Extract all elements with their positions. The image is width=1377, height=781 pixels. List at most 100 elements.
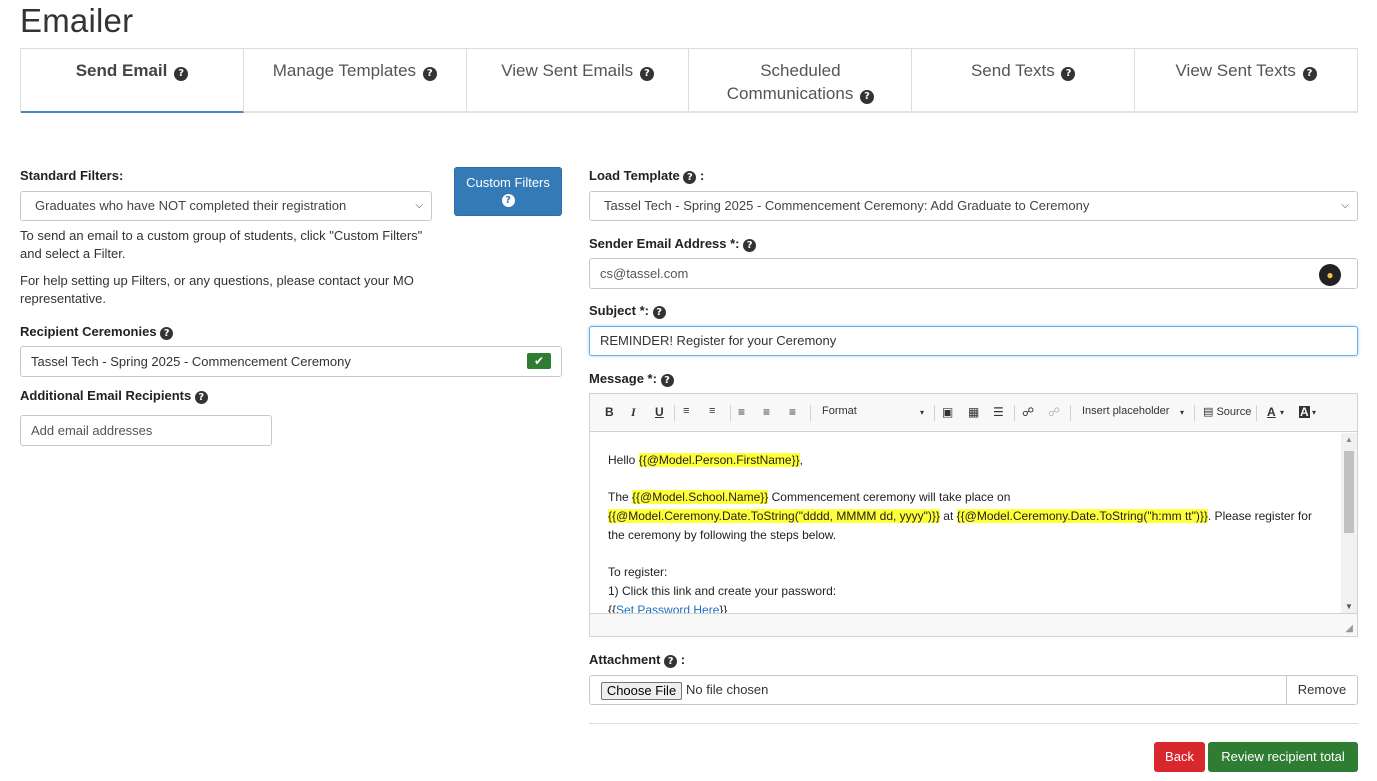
chevron-down-icon: ▾ xyxy=(1280,408,1285,417)
text-color-icon[interactable]: A xyxy=(1267,405,1276,419)
standard-filters-select[interactable]: Graduates who have NOT completed their r… xyxy=(20,191,432,221)
tab-view-sent-texts[interactable]: View Sent Texts ? xyxy=(1135,49,1357,111)
help-icon[interactable]: ? xyxy=(664,655,678,668)
chevron-down-icon: ▾ xyxy=(1312,408,1317,417)
text: }} xyxy=(719,603,728,613)
check-icon: ✔ xyxy=(527,353,551,369)
set-password-link[interactable]: Set Password Here xyxy=(616,603,719,613)
recipient-ceremonies-field[interactable]: Tassel Tech - Spring 2025 - Commencement… xyxy=(20,346,562,377)
format-dropdown[interactable]: Format xyxy=(822,405,857,417)
recipient-ceremonies-label: Recipient Ceremonies ? xyxy=(20,324,174,340)
review-recipient-total-button[interactable]: Review recipient total xyxy=(1208,742,1358,772)
source-icon: ▤ xyxy=(1203,406,1214,418)
scrollbar-thumb[interactable] xyxy=(1344,451,1354,533)
standard-filters-label: Standard Filters: xyxy=(20,168,124,183)
label-text: Attachment xyxy=(589,652,661,667)
table-icon[interactable]: ▦ xyxy=(968,405,979,419)
help-icon[interactable]: ? xyxy=(660,374,674,387)
help-icon[interactable]: ? xyxy=(194,391,208,404)
editor-footer: ◢ xyxy=(590,613,1357,636)
to-register-line: To register: xyxy=(608,565,668,579)
load-template-select[interactable]: Tassel Tech - Spring 2025 - Commencement… xyxy=(589,191,1358,221)
help-icon[interactable]: ? xyxy=(1302,67,1317,81)
tab-manage-templates[interactable]: Manage Templates ? xyxy=(244,49,467,111)
text: {{ xyxy=(608,603,617,613)
toolbar-separator xyxy=(1070,405,1071,421)
toolbar-separator xyxy=(730,405,731,421)
tab-scheduled-communications[interactable]: Scheduled Communications ? xyxy=(689,49,913,111)
custom-filters-button[interactable]: Custom Filters ? xyxy=(454,167,562,216)
align-right-icon[interactable]: ≡ xyxy=(789,405,796,419)
divider xyxy=(589,723,1358,724)
set-password-line: {{Set Password Here}} xyxy=(608,601,1323,613)
step-1-line: 1) Click this link and create your passw… xyxy=(608,584,837,598)
toolbar-separator xyxy=(934,405,935,421)
horizontal-rule-icon[interactable]: ☰ xyxy=(993,405,1004,419)
source-button[interactable]: ▤ Source xyxy=(1203,405,1251,418)
placeholder-token: {{@Model.School.Name}} xyxy=(632,490,769,504)
toolbar-separator xyxy=(1194,405,1195,421)
tab-label: Scheduled xyxy=(760,61,841,80)
label-text: Sender Email Address *: xyxy=(589,236,740,251)
help-icon[interactable]: ? xyxy=(652,306,666,319)
help-icon[interactable]: ? xyxy=(639,67,654,81)
toolbar-separator xyxy=(810,405,811,421)
selected-value: Graduates who have NOT completed their r… xyxy=(35,198,347,213)
text: Hello xyxy=(608,453,639,467)
page-title: Emailer xyxy=(20,2,134,39)
help-icon[interactable]: ? xyxy=(860,90,875,104)
subject-input[interactable]: REMINDER! Register for your Ceremony xyxy=(589,326,1358,356)
help-icon[interactable]: ? xyxy=(422,67,437,81)
align-center-icon[interactable]: ≡ xyxy=(763,405,770,419)
tab-label: Send Texts xyxy=(970,61,1055,80)
insert-placeholder-dropdown[interactable]: Insert placeholder xyxy=(1082,405,1169,417)
editor-content[interactable]: Hello {{@Model.Person.FirstName}}, The {… xyxy=(590,433,1341,613)
editor-scrollbar[interactable]: ▲ ▼ xyxy=(1341,433,1357,613)
keyhole-icon[interactable]: ● xyxy=(1319,264,1341,286)
scroll-up-icon[interactable]: ▲ xyxy=(1345,435,1353,444)
tab-view-sent-emails[interactable]: View Sent Emails ? xyxy=(467,49,690,111)
placeholder-token: {{@Model.Ceremony.Date.ToString("dddd, M… xyxy=(608,509,940,523)
help-icon[interactable]: ? xyxy=(1061,67,1076,81)
insert-placeholder-label: Insert placeholder xyxy=(1082,405,1170,417)
align-left-icon[interactable]: ≡ xyxy=(738,405,745,419)
tab-label: Send Email xyxy=(75,61,168,80)
help-icon[interactable]: ? xyxy=(743,239,757,252)
help-icon[interactable]: ? xyxy=(683,171,697,184)
scroll-down-icon[interactable]: ▼ xyxy=(1345,602,1353,611)
additional-recipients-input[interactable]: Add email addresses xyxy=(20,415,272,446)
bold-icon[interactable]: B xyxy=(605,405,614,419)
custom-filters-help-text: To send an email to a custom group of st… xyxy=(20,228,423,261)
remove-attachment-button[interactable]: Remove xyxy=(1286,676,1357,704)
choose-file-button[interactable]: Choose File xyxy=(601,682,682,700)
sender-email-label: Sender Email Address *: ? xyxy=(589,236,757,252)
message-editor[interactable]: B I U ≡ ≡ ≡ ≡ ≡ Format ▾ ▣ ▦ ☰ ☍ ☍ Inser… xyxy=(589,393,1358,637)
tab-send-texts[interactable]: Send Texts ? xyxy=(912,49,1136,111)
background-color-icon[interactable]: A xyxy=(1299,406,1310,418)
tab-label: Manage Templates xyxy=(272,61,417,80)
source-label: Source xyxy=(1216,406,1252,418)
label-text: Subject *: xyxy=(589,303,649,318)
chevron-down-icon: ▾ xyxy=(1180,408,1185,417)
sender-email-field[interactable]: cs@tassel.com ● xyxy=(589,258,1358,289)
underline-icon[interactable]: U xyxy=(655,405,664,419)
tab-send-email[interactable]: Send Email ? xyxy=(21,49,244,113)
no-file-text: No file chosen xyxy=(686,682,769,697)
help-icon[interactable]: ? xyxy=(501,194,515,207)
tab-label: View Sent Texts xyxy=(1175,61,1296,80)
help-icon[interactable]: ? xyxy=(174,67,189,81)
attachment-label: Attachment ? : xyxy=(589,652,686,668)
help-icon[interactable]: ? xyxy=(160,327,174,340)
back-button[interactable]: Back xyxy=(1154,742,1205,772)
link-icon[interactable]: ☍ xyxy=(1022,405,1034,419)
numbered-list-icon[interactable]: ≡ xyxy=(683,405,689,417)
bullet-list-icon[interactable]: ≡ xyxy=(709,405,715,417)
image-icon[interactable]: ▣ xyxy=(942,405,953,419)
contact-help-text: For help setting up Filters, or any ques… xyxy=(20,273,414,306)
tab-bar: Send Email ? Manage Templates ? View Sen… xyxy=(20,48,1358,113)
italic-icon[interactable]: I xyxy=(631,405,636,420)
label-text: Load Template xyxy=(589,168,680,183)
resize-handle-icon[interactable]: ◢ xyxy=(1345,623,1353,634)
subject-label: Subject *: ? xyxy=(589,303,666,319)
unlink-icon[interactable]: ☍ xyxy=(1048,405,1060,419)
